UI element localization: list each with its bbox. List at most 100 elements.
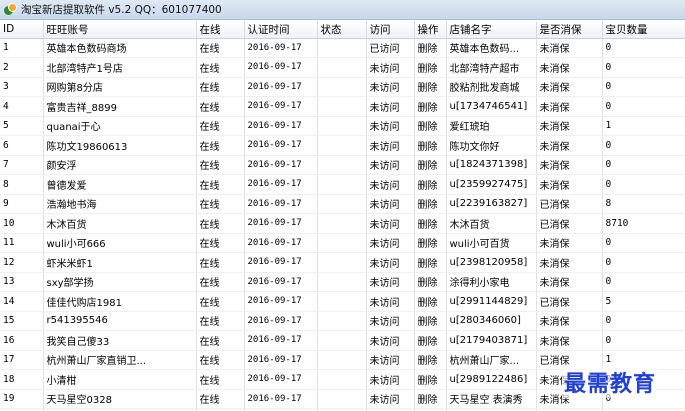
cell-shop-name: u[2989122486]	[446, 369, 537, 390]
column-header-status[interactable]: 状态	[317, 21, 367, 39]
cell-id: 8	[0, 174, 44, 195]
cell-status	[317, 272, 367, 292]
title-bar: 淘宝新店提取软件 v5.2 QQ：601077400	[0, 0, 685, 20]
table-row[interactable]: 5 quanai于心 在线 2016-09-17 未访问 删除 爱红琥珀 未消保 1	[0, 116, 685, 136]
cell-delete[interactable]: 删除	[414, 77, 447, 97]
table-row[interactable]: 12 虾米米虾1 在线 2016-09-17 未访问 删除 u[2398120958] 未消保…	[0, 252, 685, 273]
table-row[interactable]: 11 wuli小可666 在线 2016-09-17 未访问 删除 wuli小可百货 未消保 0	[0, 233, 685, 253]
cell-delete[interactable]: 删除	[414, 57, 447, 78]
cell-visit: 未访问	[366, 77, 415, 97]
cell-visit: 未访问	[366, 252, 415, 273]
table-row[interactable]: 2 北部湾特产1号店 在线 2016-09-17 未访问 删除 北部湾特产超市 未消保 0	[0, 57, 685, 78]
cell-item-count: 0	[602, 233, 685, 253]
cell-delete[interactable]: 删除	[414, 311, 447, 331]
cell-shop-name: u[2398120958]	[446, 252, 537, 273]
cell-online: 在线	[196, 291, 245, 312]
cell-status	[317, 38, 367, 58]
table-row[interactable]: 9 浩瀚地书海 在线 2016-09-17 未访问 删除 u[2239163827] 已消保 8	[0, 194, 685, 214]
table-row[interactable]: 10 木沐百货 在线 2016-09-17 未访问 删除 木沐百货 已消保 8710	[0, 213, 685, 234]
cell-online: 在线	[196, 96, 245, 117]
cell-delete[interactable]: 删除	[414, 291, 447, 312]
table-row[interactable]: 3 网购第8分店 在线 2016-09-17 未访问 删除 胶粘剂批发商城 未消保 0	[0, 77, 685, 97]
column-header-consumer-protection[interactable]: 是否消保	[536, 21, 603, 39]
cell-id: 2	[0, 57, 44, 78]
cell-id: 4	[0, 96, 44, 117]
cell-delete[interactable]: 删除	[414, 369, 447, 390]
cell-delete[interactable]: 删除	[414, 330, 447, 351]
cell-delete[interactable]: 删除	[414, 38, 447, 58]
table-row[interactable]: 14 佳佳代购店1981 在线 2016-09-17 未访问 删除 u[2991144829…	[0, 291, 685, 312]
cell-consumer-protection: 已消保	[536, 194, 603, 214]
table-row[interactable]: 16 我笑自己傻33 在线 2016-09-17 未访问 删除 u[2179403871] 未…	[0, 330, 685, 351]
table-row[interactable]: 6 陈功文19860613 在线 2016-09-17 未访问 删除 陈功文你好 未消保 0	[0, 135, 685, 156]
cell-shop-name: u[2359927475]	[446, 174, 537, 195]
cell-status	[317, 311, 367, 331]
table-row[interactable]: 15 r541395546 在线 2016-09-17 未访问 删除 u[280346060…	[0, 311, 685, 331]
column-header-item-count[interactable]: 宝贝数量	[602, 21, 685, 39]
table-row[interactable]: 7 颜安浮 在线 2016-09-17 未访问 删除 u[1824371398] 未消保 0	[0, 155, 685, 175]
cell-visit: 未访问	[366, 350, 415, 370]
cell-status	[317, 194, 367, 214]
cell-cert-time: 2016-09-17	[244, 291, 318, 312]
data-grid[interactable]: ID 旺旺账号 在线 认证时间 状态 访问 操作 店铺名字 是否消保 宝贝数量 …	[0, 21, 685, 411]
column-header-id[interactable]: ID	[0, 21, 44, 39]
cell-delete[interactable]: 删除	[414, 135, 447, 156]
column-header-visit[interactable]: 访问	[366, 21, 415, 39]
cell-visit: 未访问	[366, 57, 415, 78]
cell-cert-time: 2016-09-17	[244, 311, 318, 331]
cell-visit: 已访问	[366, 38, 415, 58]
cell-account: 英雄本色数码商场	[43, 38, 197, 58]
cell-delete[interactable]: 删除	[414, 389, 447, 409]
cell-online: 在线	[196, 369, 245, 390]
cell-item-count: 8710	[602, 213, 685, 234]
cell-consumer-protection: 未消保	[536, 330, 603, 351]
table-row[interactable]: 4 富贵吉祥_8899 在线 2016-09-17 未访问 删除 u[1734746541]…	[0, 96, 685, 117]
cell-delete[interactable]: 删除	[414, 213, 447, 234]
cell-consumer-protection: 未消保	[536, 135, 603, 156]
cell-online: 在线	[196, 194, 245, 214]
column-header-online[interactable]: 在线	[196, 21, 245, 39]
cell-delete[interactable]: 删除	[414, 116, 447, 136]
cell-id: 11	[0, 233, 44, 253]
column-header-cert-time[interactable]: 认证时间	[244, 21, 318, 39]
cell-id: 17	[0, 350, 44, 370]
cell-cert-time: 2016-09-17	[244, 350, 318, 370]
cell-visit: 未访问	[366, 369, 415, 390]
cell-cert-time: 2016-09-17	[244, 194, 318, 214]
cell-cert-time: 2016-09-17	[244, 38, 318, 58]
cell-account: 我笑自己傻33	[43, 330, 197, 351]
cell-account: 杭州萧山厂家直销卫...	[43, 350, 197, 370]
column-header-account[interactable]: 旺旺账号	[43, 21, 197, 39]
header-row: ID 旺旺账号 在线 认证时间 状态 访问 操作 店铺名字 是否消保 宝贝数量	[0, 21, 685, 39]
watermark-logo: 最需教育	[562, 366, 659, 398]
cell-status	[317, 252, 367, 273]
cell-delete[interactable]: 删除	[414, 174, 447, 195]
table-row[interactable]: 1 英雄本色数码商场 在线 2016-09-17 已访问 删除 英雄本色数码... 未消保 0	[0, 38, 685, 58]
cell-cert-time: 2016-09-17	[244, 155, 318, 175]
cell-id: 10	[0, 213, 44, 234]
table-row[interactable]: 8 曾德发爱 在线 2016-09-17 未访问 删除 u[2359927475] 未消保 0	[0, 174, 685, 195]
cell-online: 在线	[196, 77, 245, 97]
column-header-action[interactable]: 操作	[414, 21, 447, 39]
column-header-shop-name[interactable]: 店铺名字	[446, 21, 537, 39]
cell-delete[interactable]: 删除	[414, 272, 447, 292]
cell-online: 在线	[196, 38, 245, 58]
cell-visit: 未访问	[366, 155, 415, 175]
cell-delete[interactable]: 删除	[414, 233, 447, 253]
cell-delete[interactable]: 删除	[414, 96, 447, 117]
cell-account: 北部湾特产1号店	[43, 57, 197, 78]
cell-item-count: 0	[602, 38, 685, 58]
cell-shop-name: u[2179403871]	[446, 330, 537, 351]
cell-cert-time: 2016-09-17	[244, 135, 318, 156]
cell-delete[interactable]: 删除	[414, 252, 447, 273]
cell-visit: 未访问	[366, 194, 415, 214]
cell-shop-name: 木沐百货	[446, 213, 537, 234]
cell-online: 在线	[196, 311, 245, 331]
cell-delete[interactable]: 删除	[414, 194, 447, 214]
shop-table: ID 旺旺账号 在线 认证时间 状态 访问 操作 店铺名字 是否消保 宝贝数量 …	[0, 21, 685, 411]
cell-shop-name: u[1734746541]	[446, 96, 537, 117]
table-row[interactable]: 13 sxy部学扬 在线 2016-09-17 未访问 删除 涂得利小家电 未消保 0	[0, 272, 685, 292]
cell-online: 在线	[196, 330, 245, 351]
cell-delete[interactable]: 删除	[414, 155, 447, 175]
cell-delete[interactable]: 删除	[414, 350, 447, 370]
